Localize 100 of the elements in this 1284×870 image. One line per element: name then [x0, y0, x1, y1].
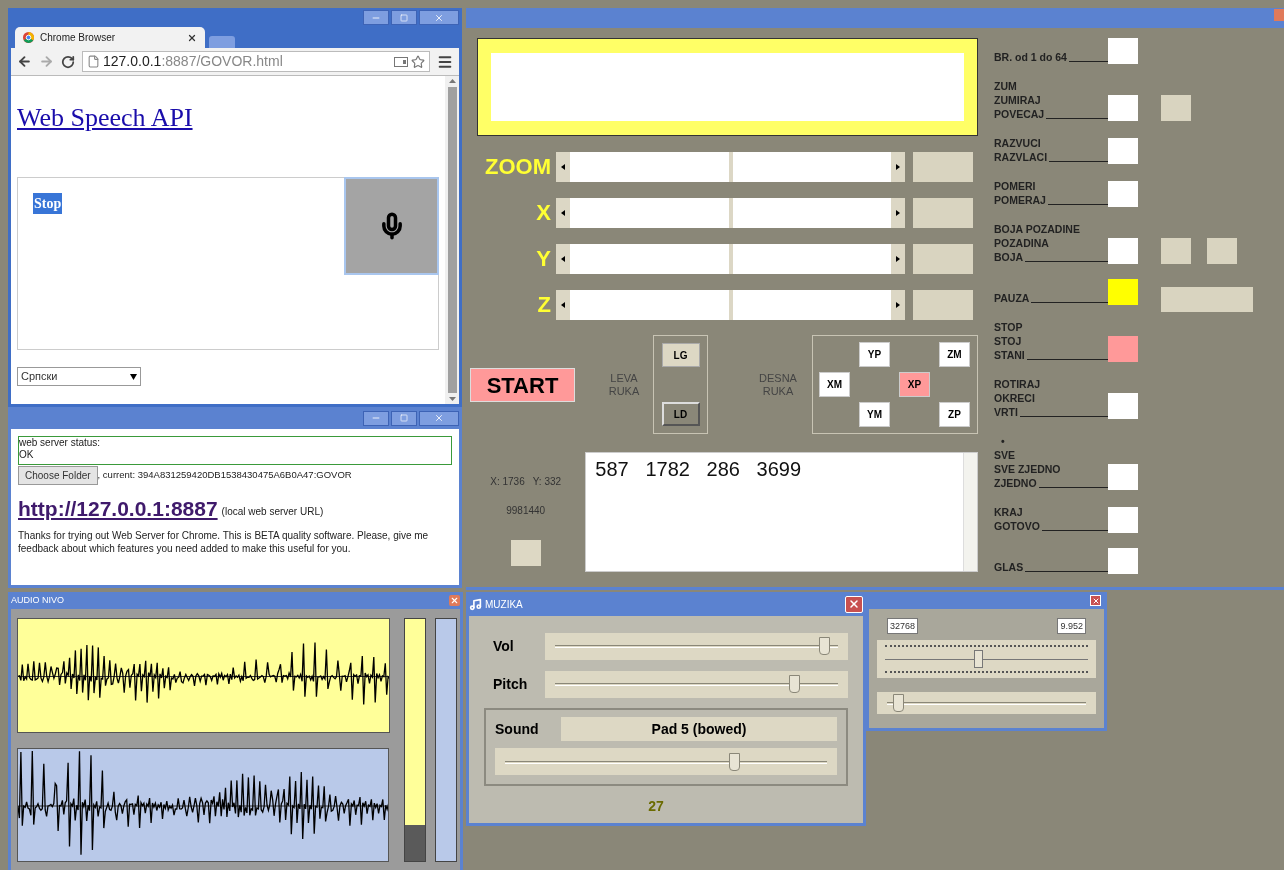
- server-url-note: (local web server URL): [221, 505, 324, 519]
- output-text-area: 587 1782 286 3699: [585, 452, 978, 572]
- axis-label: X: [535, 199, 552, 227]
- slider-label: Vol: [492, 636, 515, 656]
- music-slider[interactable]: [545, 632, 848, 660]
- browser-tab[interactable]: Chrome Browser: [15, 27, 205, 48]
- command-label: POVECAJ: [994, 107, 1045, 121]
- command-label: POMERI: [994, 179, 1037, 193]
- address-bar[interactable]: 127.0.0.1:8887/GOVOR.html: [82, 51, 430, 72]
- axis-label: Z: [536, 291, 552, 319]
- direction-button[interactable]: ZP: [939, 402, 970, 427]
- axis-scrollbar[interactable]: [556, 244, 905, 274]
- axis-scrollbar[interactable]: [556, 152, 905, 182]
- command-label: KRAJ: [994, 505, 1024, 519]
- maximize-button[interactable]: [391, 410, 417, 426]
- page-heading-link[interactable]: Web Speech API: [17, 102, 193, 134]
- direction-button[interactable]: YP: [859, 342, 890, 367]
- close-icon: [434, 12, 444, 23]
- scroll-arrow-button[interactable]: [891, 198, 905, 228]
- close-button[interactable]: [419, 10, 459, 25]
- current-folder-text: , current: 394A831259420DB1538430475A6B0A47:GOVOR: [97, 468, 352, 483]
- cast-icon[interactable]: [394, 56, 408, 67]
- right-arrow-icon: [896, 210, 900, 216]
- left-arrow-icon: [561, 256, 565, 262]
- scroll-arrow-button[interactable]: [556, 244, 570, 274]
- axis-scrollbar[interactable]: [556, 198, 905, 228]
- command-label: •: [1000, 434, 1006, 448]
- hand-button[interactable]: LG: [661, 343, 700, 367]
- language-select[interactable]: Српски: [17, 367, 141, 386]
- command-label: ZUM: [994, 79, 1018, 93]
- axis-value-box: [913, 198, 973, 228]
- close-button[interactable]: [419, 410, 459, 426]
- scroll-arrow-button[interactable]: [556, 152, 570, 182]
- right-arrow-icon: [896, 256, 900, 262]
- counter-text: 9981440: [506, 504, 546, 518]
- transcript-text: Stop: [33, 193, 63, 214]
- minimize-button[interactable]: [363, 410, 389, 426]
- close-button[interactable]: [449, 595, 460, 606]
- slider-label: Pitch: [492, 674, 529, 694]
- menu-icon[interactable]: [437, 53, 453, 70]
- close-icon[interactable]: [187, 32, 197, 43]
- command-label: ZUMIRAJ: [994, 93, 1042, 107]
- command-label: ZJEDNO: [994, 476, 1037, 490]
- direction-button[interactable]: YM: [859, 402, 890, 427]
- music-slider[interactable]: [545, 670, 848, 698]
- command-label: BOJA POZADINE: [994, 222, 1081, 236]
- sound-name-display: Pad 5 (bowed): [561, 717, 837, 741]
- left-arrow-icon: [561, 164, 565, 170]
- server-url-link[interactable]: http://127.0.0.1:8887: [18, 497, 218, 521]
- sound-number: 27: [648, 797, 664, 816]
- reload-icon[interactable]: [61, 54, 75, 69]
- hand-button[interactable]: LD: [661, 402, 700, 426]
- vertical-scrollbar[interactable]: [963, 453, 977, 571]
- scroll-arrow-button[interactable]: [891, 152, 905, 182]
- dropdown-arrow-icon: [130, 373, 137, 380]
- plain-slider[interactable]: [877, 692, 1096, 714]
- sound-slider[interactable]: [495, 748, 837, 775]
- axis-scrollbar[interactable]: [556, 290, 905, 320]
- command-label: GOTOVO: [994, 519, 1040, 533]
- start-button[interactable]: START: [470, 367, 575, 402]
- command-label: SVE: [994, 448, 1016, 462]
- ticked-slider[interactable]: [877, 640, 1096, 678]
- direction-button[interactable]: XM: [819, 372, 850, 397]
- command-label: ROTIRAJ: [994, 377, 1042, 391]
- close-icon: [434, 413, 444, 423]
- axis-value-box: [913, 290, 973, 320]
- value-field[interactable]: 9.952: [1057, 618, 1086, 634]
- vertical-scrollbar[interactable]: [445, 76, 459, 404]
- bookmark-star-icon[interactable]: [411, 54, 425, 69]
- microphone-button[interactable]: [344, 177, 439, 275]
- maximize-button[interactable]: [391, 10, 417, 25]
- direction-button[interactable]: XP: [899, 372, 930, 397]
- scroll-arrow-button[interactable]: [891, 290, 905, 320]
- sound-label: Sound: [495, 719, 540, 739]
- command-label: POZADINA: [994, 236, 1050, 250]
- command-label: VRTI: [994, 405, 1018, 419]
- window-title: AUDIO NIVO: [11, 593, 64, 607]
- choose-folder-button[interactable]: Choose Folder: [18, 466, 98, 485]
- command-label: STOJ: [994, 334, 1023, 348]
- up-arrow-icon: [448, 79, 456, 83]
- command-label: POMERAJ: [994, 193, 1046, 207]
- scroll-arrow-button[interactable]: [556, 290, 570, 320]
- scroll-arrow-button[interactable]: [891, 244, 905, 274]
- hand-label: LEVA RUKA: [607, 371, 641, 398]
- axis-value-box: [913, 244, 973, 274]
- close-icon: [450, 596, 459, 605]
- command-label: OKRECI: [994, 391, 1036, 405]
- right-arrow-icon: [896, 302, 900, 308]
- maximize-icon: [400, 414, 408, 422]
- forward-icon[interactable]: [39, 54, 54, 69]
- scroll-arrow-button[interactable]: [556, 198, 570, 228]
- right-arrow-icon: [896, 164, 900, 170]
- blank-button[interactable]: [510, 540, 541, 566]
- direction-button[interactable]: ZM: [939, 342, 970, 367]
- minimize-button[interactable]: [363, 10, 389, 25]
- command-label: GLAS: [994, 560, 1024, 574]
- back-icon[interactable]: [17, 54, 32, 69]
- command-label: SVE ZJEDNO: [994, 462, 1062, 476]
- command-label: RAZVLACI: [994, 150, 1048, 164]
- value-field[interactable]: 32768: [887, 618, 919, 634]
